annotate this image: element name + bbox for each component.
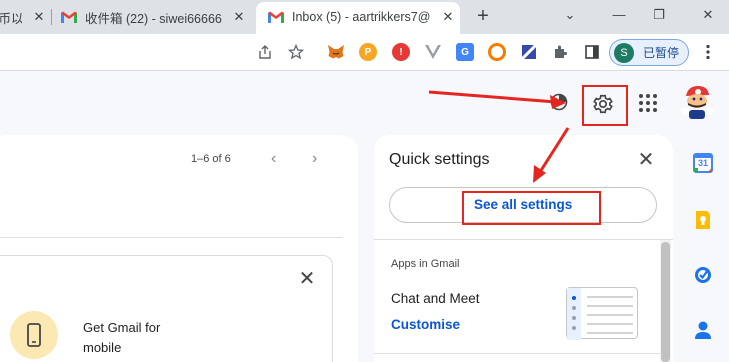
orange-ring-icon[interactable] [488,43,506,61]
tasks-icon[interactable] [693,265,713,285]
tab-search-chevron-icon[interactable]: ⌄ [560,5,580,25]
vue-icon[interactable] [424,43,442,61]
browser-toolbar: P ! G S 已暂停 [0,34,729,71]
divider [374,353,660,354]
tab-title: Inbox (5) - aartrikkers7@ [292,10,431,24]
avatar: S [614,42,634,63]
tab-close-icon[interactable]: ✕ [440,9,456,25]
translate-icon[interactable]: G [456,43,474,61]
chevron-left-icon[interactable]: ‹ [271,150,276,168]
menu-icon[interactable] [699,43,717,61]
section-title: Apps in Gmail [391,258,460,270]
metamask-icon[interactable] [327,43,345,61]
new-tab-button[interactable]: + [473,6,493,26]
gmail-logo-icon [268,11,284,23]
close-icon[interactable]: ✕ [298,269,316,289]
keep-icon[interactable] [693,210,713,230]
profile-button[interactable]: S 已暂停 [609,39,689,66]
quick-settings-title: Quick settings [389,151,490,168]
restore-icon[interactable]: ❐ [649,5,669,25]
share-icon[interactable] [256,43,274,61]
profile-status: 已暂停 [643,46,680,60]
tab-title: 市币以 [0,11,22,26]
divider [0,237,343,238]
minimize-icon[interactable]: — [609,5,629,25]
pinterest-icon[interactable]: P [359,43,377,61]
calendar-day: 31 [697,158,708,168]
chat-meet-label: Chat and Meet [391,291,480,306]
pagination-range: 1–6 of 6 [191,153,231,165]
gmail-logo-icon [61,11,77,23]
close-icon[interactable]: ✕ [637,150,655,170]
contacts-icon[interactable] [693,320,713,340]
tab-inbox-cn[interactable]: 收件箱 (22) - siwei66666 [61,0,231,34]
gear-icon[interactable] [592,93,614,115]
tab-inbox-active[interactable]: Inbox (5) - aartrikkers7@ [268,0,438,34]
promo-text: Get Gmail for mobile [83,320,161,355]
window-close-icon[interactable]: ✕ [698,5,718,25]
tab-separator [51,9,52,25]
see-all-highlight-box [462,191,601,225]
red-ext-icon[interactable]: ! [392,43,410,61]
phone-icon [10,311,58,359]
sidepanel-icon[interactable] [583,43,601,61]
tab-partial[interactable]: 市币以 [0,0,22,34]
diagonal-ext-icon[interactable] [520,43,538,61]
tab-title: 收件箱 (22) - siwei66666 [85,11,222,26]
account-avatar-icon[interactable] [680,84,714,120]
divider [374,239,673,240]
puzzle-icon[interactable] [551,43,569,61]
star-icon[interactable] [287,43,305,61]
tab-close-icon[interactable]: ✕ [231,9,247,25]
customise-link[interactable]: Customise [391,317,460,332]
layout-thumbnail [566,287,638,340]
scrollbar-thumb[interactable] [661,242,670,362]
status-icon[interactable] [548,92,570,112]
tab-strip: 市币以 ✕ 收件箱 (22) - siwei66666 ✕ Inbox (5) … [0,0,729,35]
tab-close-icon[interactable]: ✕ [31,9,47,25]
google-apps-icon[interactable] [639,94,657,112]
chevron-right-icon[interactable]: › [312,150,317,168]
